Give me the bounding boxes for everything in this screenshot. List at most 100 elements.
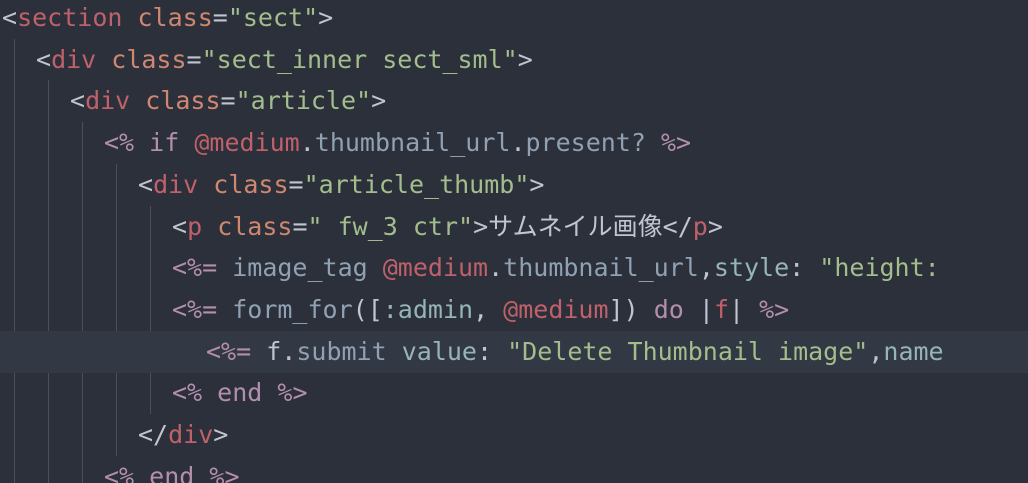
code-token: div [153, 169, 199, 199]
code-token: > [213, 420, 229, 449]
code-token: present? [525, 128, 646, 158]
code-token: : [789, 253, 805, 283]
code-token: section [17, 3, 123, 32]
code-token: value [401, 336, 477, 366]
code-token: @medium [194, 128, 300, 158]
code-token: > [707, 211, 723, 241]
code-token: form_for [232, 294, 353, 324]
code-token: "Delete Thumbnail image" [507, 336, 869, 366]
code-token: = [292, 211, 308, 241]
code-token: "article_thumb" [303, 169, 530, 199]
code-line-content: </div> [138, 414, 228, 456]
code-token: <% [104, 128, 135, 158]
code-token: <%= [172, 294, 218, 324]
code-line-content: <%= f.submit value: "Delete Thumbnail im… [206, 331, 944, 373]
code-token: < [2, 3, 18, 32]
code-token: ([ [352, 294, 383, 324]
code-token: | [729, 294, 745, 324]
code-token: = [212, 3, 228, 32]
code-token: = [220, 86, 236, 116]
code-token: , [868, 336, 884, 366]
code-token: @medium [503, 294, 609, 324]
code-token: | [698, 294, 714, 324]
code-token: if [149, 128, 180, 158]
code-token: . [488, 253, 504, 283]
code-line-content: <p class=" fw_3 ctr">サムネイル画像</p> [172, 206, 723, 248]
code-token: image_tag [232, 253, 368, 283]
code-token: . [281, 336, 297, 366]
code-token: %> [759, 294, 790, 324]
code-token: , [698, 253, 714, 283]
code-token: , [473, 294, 504, 324]
code-line-content: <section class="sect"> [2, 0, 333, 39]
code-token: end [217, 378, 263, 408]
code-token: > [318, 3, 334, 32]
code-token: end [149, 461, 195, 483]
indent-guide [116, 163, 117, 456]
code-line-content: <%= image_tag @medium.thumbnail_url,styl… [172, 247, 940, 289]
code-token: . [299, 128, 315, 158]
code-token: "height: [819, 253, 940, 283]
code-token: サムネイル画像 [488, 211, 663, 241]
code-token: > [517, 44, 533, 74]
code-token: @medium [382, 253, 489, 283]
code-token: <% [172, 378, 203, 408]
code-token: p [187, 211, 203, 241]
code-line-content: <% end %> [104, 456, 240, 483]
code-line-content: <div class="article_thumb"> [138, 164, 544, 206]
code-token: > [473, 211, 489, 241]
code-token: < [36, 44, 52, 74]
code-token: " fw_3 ctr" [307, 211, 474, 241]
code-token: class [217, 211, 293, 241]
code-token: do [653, 294, 684, 324]
code-token: </ [662, 211, 693, 241]
code-token: div [51, 44, 97, 74]
code-token: ]) [608, 294, 639, 324]
indent-guide [48, 80, 49, 483]
code-token: > [529, 169, 545, 199]
code-line[interactable]: <%= f.submit value: "Delete Thumbnail im… [0, 330, 1028, 373]
code-token: f [713, 294, 729, 324]
code-token: "sect_inner sect_sml" [201, 44, 518, 74]
code-token: </ [138, 420, 169, 449]
code-token: p [692, 211, 708, 241]
code-token: %> [209, 461, 240, 483]
code-token: : [476, 336, 493, 366]
code-token: "article" [235, 86, 372, 116]
code-token: name [883, 336, 944, 366]
code-token: "sect" [227, 3, 319, 32]
code-token: style [713, 253, 790, 283]
code-token: class [111, 44, 187, 74]
code-token: f [266, 336, 282, 366]
code-token: <% [104, 461, 135, 483]
code-token: <%= [172, 253, 218, 283]
code-token: < [70, 86, 86, 116]
code-token: = [186, 44, 202, 74]
code-token: class [145, 86, 221, 116]
code-token: <%= [206, 336, 252, 366]
code-token: %> [660, 128, 692, 158]
code-line-content: <% end %> [172, 372, 308, 414]
code-token: < [172, 211, 188, 241]
code-token: . [510, 128, 526, 158]
indent-guide [14, 38, 15, 483]
code-line-content: <%= form_for([:admin, @medium]) do |f| %… [172, 289, 789, 331]
code-token: %> [277, 378, 308, 408]
code-editor[interactable]: <section class="sect"> <div class="sect_i… [0, 0, 1028, 483]
indent-guide [82, 122, 83, 483]
